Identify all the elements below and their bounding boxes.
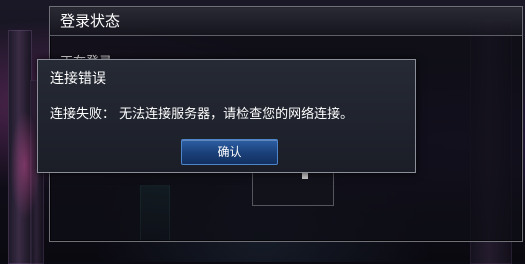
confirm-button[interactable]: 确认 (181, 139, 278, 165)
error-dialog-title: 连接错误 (50, 71, 106, 87)
login-panel-title: 登录状态 (50, 7, 522, 36)
error-message: 连接失败： 无法连接服务器，请检查您的网络连接。 (50, 107, 354, 122)
connection-error-dialog: 连接错误 连接失败： 无法连接服务器，请检查您的网络连接。 确认 (37, 59, 416, 173)
background-gate (252, 168, 334, 206)
background-glow (10, 110, 40, 220)
background-gate-marker (302, 173, 308, 179)
